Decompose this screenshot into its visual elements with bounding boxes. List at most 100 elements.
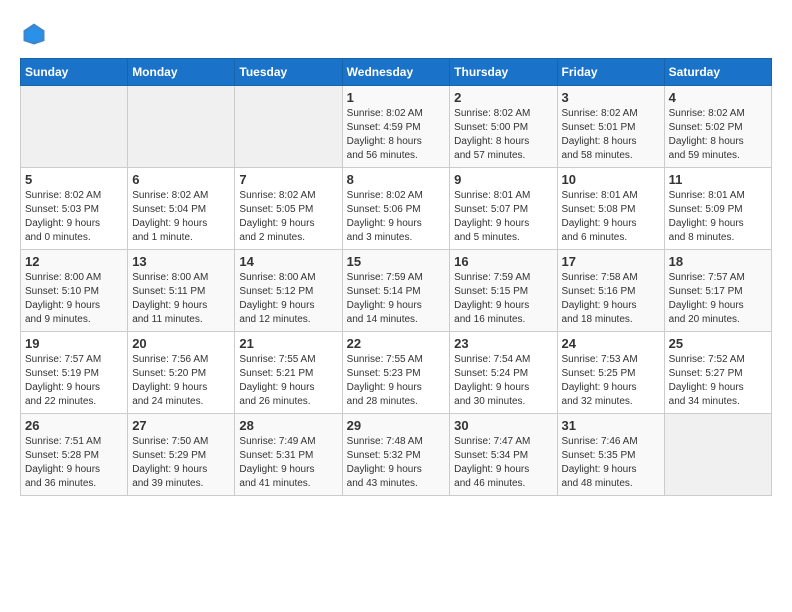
day-info: Sunrise: 7:55 AM Sunset: 5:21 PM Dayligh…	[239, 353, 337, 409]
day-number: 10	[562, 172, 660, 187]
calendar-cell: 27 Sunrise: 7:50 AM Sunset: 5:29 PM Dayli…	[128, 414, 235, 496]
day-number: 9	[454, 172, 552, 187]
day-number: 3	[562, 90, 660, 105]
weekday-row: SundayMondayTuesdayWednesdayThursdayFrid…	[21, 59, 772, 86]
day-number: 13	[132, 254, 230, 269]
calendar-cell: 24 Sunrise: 7:53 AM Sunset: 5:25 PM Dayli…	[557, 332, 664, 414]
calendar-week-row: 12 Sunrise: 8:00 AM Sunset: 5:10 PM Dayli…	[21, 250, 772, 332]
day-number: 22	[347, 336, 446, 351]
calendar-cell: 9 Sunrise: 8:01 AM Sunset: 5:07 PM Daylig…	[450, 168, 557, 250]
calendar-cell: 30 Sunrise: 7:47 AM Sunset: 5:34 PM Dayli…	[450, 414, 557, 496]
calendar-cell: 19 Sunrise: 7:57 AM Sunset: 5:19 PM Dayli…	[21, 332, 128, 414]
day-number: 7	[239, 172, 337, 187]
day-info: Sunrise: 7:46 AM Sunset: 5:35 PM Dayligh…	[562, 435, 660, 491]
day-number: 1	[347, 90, 446, 105]
day-info: Sunrise: 8:01 AM Sunset: 5:07 PM Dayligh…	[454, 189, 552, 245]
day-number: 24	[562, 336, 660, 351]
day-info: Sunrise: 8:02 AM Sunset: 5:05 PM Dayligh…	[239, 189, 337, 245]
calendar-week-row: 19 Sunrise: 7:57 AM Sunset: 5:19 PM Dayli…	[21, 332, 772, 414]
day-info: Sunrise: 8:02 AM Sunset: 4:59 PM Dayligh…	[347, 107, 446, 163]
day-number: 21	[239, 336, 337, 351]
day-info: Sunrise: 7:47 AM Sunset: 5:34 PM Dayligh…	[454, 435, 552, 491]
day-number: 17	[562, 254, 660, 269]
day-info: Sunrise: 7:52 AM Sunset: 5:27 PM Dayligh…	[669, 353, 767, 409]
calendar-cell: 6 Sunrise: 8:02 AM Sunset: 5:04 PM Daylig…	[128, 168, 235, 250]
calendar-cell: 3 Sunrise: 8:02 AM Sunset: 5:01 PM Daylig…	[557, 86, 664, 168]
calendar-cell: 22Sunrise: 7:55 AM Sunset: 5:23 PM Dayli…	[342, 332, 450, 414]
day-number: 26	[25, 418, 123, 433]
calendar-cell: 8 Sunrise: 8:02 AM Sunset: 5:06 PM Daylig…	[342, 168, 450, 250]
day-number: 25	[669, 336, 767, 351]
day-info: Sunrise: 8:00 AM Sunset: 5:11 PM Dayligh…	[132, 271, 230, 327]
day-number: 28	[239, 418, 337, 433]
calendar-cell: 15 Sunrise: 7:59 AM Sunset: 5:14 PM Dayli…	[342, 250, 450, 332]
weekday-header: Wednesday	[342, 59, 450, 86]
day-number: 6	[132, 172, 230, 187]
day-number: 19	[25, 336, 123, 351]
calendar-week-row: 1 Sunrise: 8:02 AM Sunset: 4:59 PM Daylig…	[21, 86, 772, 168]
day-number: 14	[239, 254, 337, 269]
day-info: Sunrise: 8:02 AM Sunset: 5:04 PM Dayligh…	[132, 189, 230, 245]
day-info: Sunrise: 7:57 AM Sunset: 5:19 PM Dayligh…	[25, 353, 123, 409]
logo	[20, 20, 52, 48]
day-number: 8	[347, 172, 446, 187]
day-number: 27	[132, 418, 230, 433]
day-info: Sunrise: 8:00 AM Sunset: 5:10 PM Dayligh…	[25, 271, 123, 327]
day-info: Sunrise: 8:01 AM Sunset: 5:09 PM Dayligh…	[669, 189, 767, 245]
day-number: 12	[25, 254, 123, 269]
calendar-cell: 25 Sunrise: 7:52 AM Sunset: 5:27 PM Dayli…	[664, 332, 771, 414]
calendar-cell	[21, 86, 128, 168]
day-info: Sunrise: 7:48 AM Sunset: 5:32 PM Dayligh…	[347, 435, 446, 491]
calendar-table: SundayMondayTuesdayWednesdayThursdayFrid…	[20, 58, 772, 496]
weekday-header: Tuesday	[235, 59, 342, 86]
calendar-cell: 21 Sunrise: 7:55 AM Sunset: 5:21 PM Dayli…	[235, 332, 342, 414]
day-info: Sunrise: 7:56 AM Sunset: 5:20 PM Dayligh…	[132, 353, 230, 409]
day-number: 29	[347, 418, 446, 433]
day-number: 11	[669, 172, 767, 187]
weekday-header: Thursday	[450, 59, 557, 86]
calendar-cell	[128, 86, 235, 168]
day-info: Sunrise: 8:02 AM Sunset: 5:01 PM Dayligh…	[562, 107, 660, 163]
day-info: Sunrise: 8:02 AM Sunset: 5:06 PM Dayligh…	[347, 189, 446, 245]
day-info: Sunrise: 7:53 AM Sunset: 5:25 PM Dayligh…	[562, 353, 660, 409]
calendar-body: 1 Sunrise: 8:02 AM Sunset: 4:59 PM Daylig…	[21, 86, 772, 496]
calendar-cell: 5 Sunrise: 8:02 AM Sunset: 5:03 PM Daylig…	[21, 168, 128, 250]
calendar-cell: 14Sunrise: 8:00 AM Sunset: 5:12 PM Dayli…	[235, 250, 342, 332]
logo-icon	[20, 20, 48, 48]
day-number: 5	[25, 172, 123, 187]
calendar-cell: 31Sunrise: 7:46 AM Sunset: 5:35 PM Dayli…	[557, 414, 664, 496]
calendar-cell: 2Sunrise: 8:02 AM Sunset: 5:00 PM Daylig…	[450, 86, 557, 168]
day-info: Sunrise: 8:02 AM Sunset: 5:02 PM Dayligh…	[669, 107, 767, 163]
day-number: 23	[454, 336, 552, 351]
calendar-cell: 16 Sunrise: 7:59 AM Sunset: 5:15 PM Dayli…	[450, 250, 557, 332]
day-info: Sunrise: 7:59 AM Sunset: 5:15 PM Dayligh…	[454, 271, 552, 327]
day-number: 16	[454, 254, 552, 269]
day-info: Sunrise: 7:59 AM Sunset: 5:14 PM Dayligh…	[347, 271, 446, 327]
day-info: Sunrise: 8:02 AM Sunset: 5:00 PM Dayligh…	[454, 107, 552, 163]
day-info: Sunrise: 8:02 AM Sunset: 5:03 PM Dayligh…	[25, 189, 123, 245]
calendar-cell: 11 Sunrise: 8:01 AM Sunset: 5:09 PM Dayli…	[664, 168, 771, 250]
calendar-cell: 26 Sunrise: 7:51 AM Sunset: 5:28 PM Dayli…	[21, 414, 128, 496]
day-info: Sunrise: 7:49 AM Sunset: 5:31 PM Dayligh…	[239, 435, 337, 491]
day-info: Sunrise: 7:54 AM Sunset: 5:24 PM Dayligh…	[454, 353, 552, 409]
weekday-header: Saturday	[664, 59, 771, 86]
calendar-week-row: 5 Sunrise: 8:02 AM Sunset: 5:03 PM Daylig…	[21, 168, 772, 250]
day-info: Sunrise: 7:50 AM Sunset: 5:29 PM Dayligh…	[132, 435, 230, 491]
day-info: Sunrise: 7:58 AM Sunset: 5:16 PM Dayligh…	[562, 271, 660, 327]
day-info: Sunrise: 7:57 AM Sunset: 5:17 PM Dayligh…	[669, 271, 767, 327]
calendar-cell: 7 Sunrise: 8:02 AM Sunset: 5:05 PM Daylig…	[235, 168, 342, 250]
calendar-header: SundayMondayTuesdayWednesdayThursdayFrid…	[21, 59, 772, 86]
calendar-cell: 10Sunrise: 8:01 AM Sunset: 5:08 PM Dayli…	[557, 168, 664, 250]
day-info: Sunrise: 7:51 AM Sunset: 5:28 PM Dayligh…	[25, 435, 123, 491]
calendar-cell: 18Sunrise: 7:57 AM Sunset: 5:17 PM Dayli…	[664, 250, 771, 332]
calendar-cell: 29 Sunrise: 7:48 AM Sunset: 5:32 PM Dayli…	[342, 414, 450, 496]
calendar-cell: 13 Sunrise: 8:00 AM Sunset: 5:11 PM Dayli…	[128, 250, 235, 332]
calendar-cell: 4Sunrise: 8:02 AM Sunset: 5:02 PM Daylig…	[664, 86, 771, 168]
calendar-week-row: 26 Sunrise: 7:51 AM Sunset: 5:28 PM Dayli…	[21, 414, 772, 496]
day-number: 30	[454, 418, 552, 433]
calendar-cell: 20 Sunrise: 7:56 AM Sunset: 5:20 PM Dayli…	[128, 332, 235, 414]
day-number: 20	[132, 336, 230, 351]
day-number: 15	[347, 254, 446, 269]
calendar-cell: 23 Sunrise: 7:54 AM Sunset: 5:24 PM Dayli…	[450, 332, 557, 414]
calendar-cell: 28 Sunrise: 7:49 AM Sunset: 5:31 PM Dayli…	[235, 414, 342, 496]
